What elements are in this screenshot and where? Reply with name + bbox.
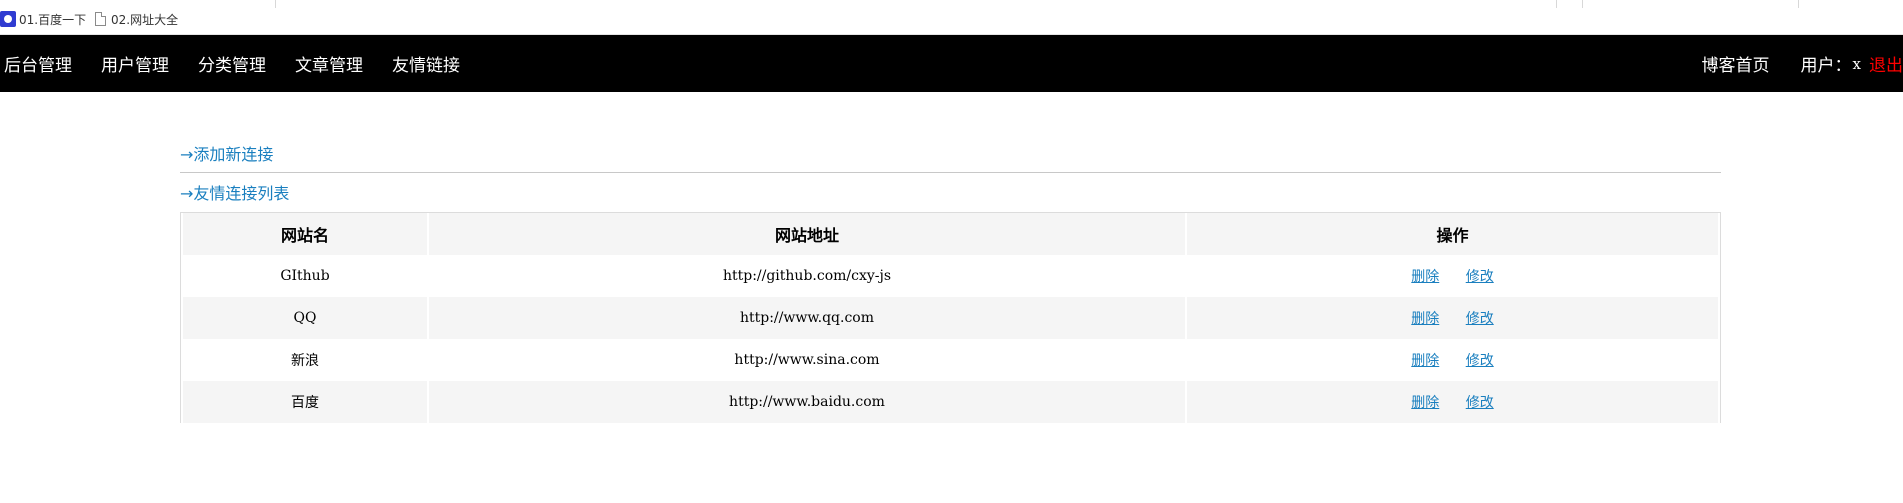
friend-links-table: 网站名 网站地址 操作 GIthub http://github.com/cxy… — [180, 212, 1721, 423]
site-name-cell: 百度 — [183, 381, 427, 423]
actions-cell: 删除 修改 — [1187, 297, 1718, 339]
toolbar-divider — [1556, 0, 1557, 8]
table-row: QQ http://www.qq.com 删除 修改 — [183, 297, 1718, 339]
table-row: 新浪 http://www.sina.com 删除 修改 — [183, 339, 1718, 381]
user-label: 用户： — [1800, 56, 1852, 76]
site-name-cell: QQ — [183, 297, 427, 339]
add-link-button[interactable]: →添加新连接 — [180, 141, 273, 165]
top-navbar: 后台管理 用户管理 分类管理 文章管理 友情链接 博客首页 用户： x 退出 — [0, 35, 1903, 92]
site-url-cell: http://www.sina.com — [429, 339, 1185, 381]
nav-item-categories[interactable]: 分类管理 — [198, 51, 266, 76]
toolbar-divider — [1582, 0, 1583, 8]
delete-link[interactable]: 删除 — [1411, 353, 1439, 369]
page-icon — [95, 12, 106, 26]
nav-item-friend-links[interactable]: 友情链接 — [392, 51, 460, 76]
link-list-heading[interactable]: →友情连接列表 — [180, 180, 289, 204]
divider — [180, 172, 1721, 173]
user-name: x — [1852, 54, 1861, 73]
bookmark-label: 01.百度一下 — [19, 12, 87, 27]
nav-item-admin[interactable]: 后台管理 — [4, 51, 72, 76]
delete-link[interactable]: 删除 — [1411, 269, 1439, 285]
toolbar-divider — [1798, 0, 1799, 8]
toolbar-divider — [275, 0, 276, 8]
delete-link[interactable]: 删除 — [1411, 311, 1439, 327]
edit-link[interactable]: 修改 — [1466, 353, 1494, 369]
table-row: 百度 http://www.baidu.com 删除 修改 — [183, 381, 1718, 423]
table-header-row: 网站名 网站地址 操作 — [183, 213, 1718, 255]
column-header-actions: 操作 — [1187, 213, 1718, 255]
actions-cell: 删除 修改 — [1187, 381, 1718, 423]
nav-menu: 后台管理 用户管理 分类管理 文章管理 友情链接 — [4, 35, 489, 92]
nav-item-articles[interactable]: 文章管理 — [295, 51, 363, 76]
edit-link[interactable]: 修改 — [1466, 395, 1494, 411]
bookmark-baidu[interactable]: 01.百度一下 — [0, 10, 86, 28]
column-header-site-name: 网站名 — [183, 213, 427, 255]
table-row: GIthub http://github.com/cxy-js 删除 修改 — [183, 255, 1718, 297]
site-name-cell: 新浪 — [183, 339, 427, 381]
delete-link[interactable]: 删除 — [1411, 395, 1439, 411]
site-url-cell: http://www.baidu.com — [429, 381, 1185, 423]
column-header-site-url: 网站地址 — [429, 213, 1185, 255]
logout-link[interactable]: 退出 — [1869, 51, 1903, 76]
bookmarks-bar: 01.百度一下 02.网址大全 — [0, 0, 1903, 35]
bookmark-label: 02.网址大全 — [111, 12, 179, 27]
site-url-cell: http://github.com/cxy-js — [429, 255, 1185, 297]
bookmark-url-directory[interactable]: 02.网址大全 — [95, 10, 178, 28]
site-url-cell: http://www.qq.com — [429, 297, 1185, 339]
actions-cell: 删除 修改 — [1187, 255, 1718, 297]
nav-item-users[interactable]: 用户管理 — [101, 51, 169, 76]
nav-user-area: 博客首页 用户： x 退出 — [1702, 35, 1903, 92]
edit-link[interactable]: 修改 — [1466, 311, 1494, 327]
actions-cell: 删除 修改 — [1187, 339, 1718, 381]
edit-link[interactable]: 修改 — [1466, 269, 1494, 285]
blog-home-link[interactable]: 博客首页 — [1702, 51, 1770, 76]
site-name-cell: GIthub — [183, 255, 427, 297]
baidu-paw-icon — [0, 11, 16, 27]
